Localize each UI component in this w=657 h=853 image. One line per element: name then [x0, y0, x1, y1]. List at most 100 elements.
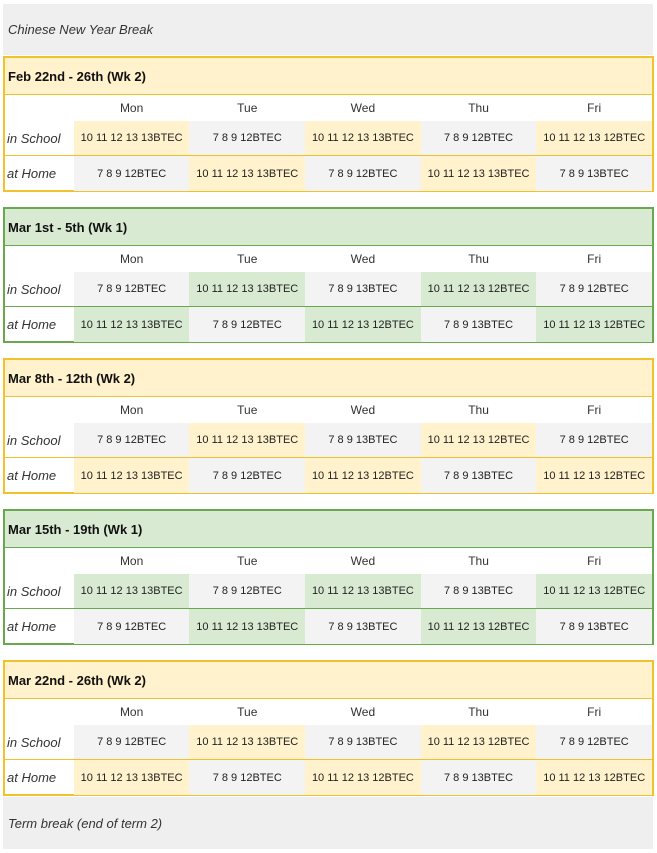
schedule-cell: 7 8 9 12BTEC [73, 725, 190, 759]
schedule-cell: 10 11 12 13 12BTEC [420, 725, 537, 759]
week-block: Mar 22nd - 26th (Wk 2) Mon Tue Wed Thu Fri in … [3, 660, 654, 796]
day-header-row: Mon Tue Wed Thu Fri [5, 699, 652, 725]
schedule-cell: 7 8 9 12BTEC [73, 272, 190, 306]
schedule-cell: 10 11 12 13 13BTEC [189, 725, 306, 759]
schedule-cell: 10 11 12 13 13BTEC [189, 423, 306, 457]
header-spacer [5, 246, 74, 272]
schedule-cell: 7 8 9 12BTEC [536, 423, 652, 457]
schedule-cell: 7 8 9 12BTEC [420, 121, 537, 155]
schedule-cell: 10 11 12 13 13BTEC [420, 156, 537, 191]
schedule-cell: 7 8 9 12BTEC [189, 760, 306, 795]
schedule-cell: 7 8 9 13BTEC [305, 423, 421, 457]
schedule-cell: 7 8 9 12BTEC [536, 725, 652, 759]
day-header: Thu [468, 101, 489, 115]
at-home-row: at Home 10 11 12 13 13BTEC 7 8 9 12BTEC 10 … [5, 760, 652, 795]
day-header-row: Mon Tue Wed Thu Fri [5, 397, 652, 423]
day-header: Mon [119, 101, 144, 115]
row-label: at Home [7, 468, 57, 483]
day-header: Wed [350, 252, 376, 266]
schedule-cell: 10 11 12 13 12BTEC [536, 307, 652, 342]
day-header: Tue [237, 554, 258, 568]
row-label: in School [7, 130, 61, 146]
schedule-cell: 10 11 12 13 12BTEC [420, 609, 537, 644]
schedule-cell: 10 11 12 13 12BTEC [305, 458, 421, 493]
day-header: Thu [468, 403, 489, 417]
week-block: Mar 8th - 12th (Wk 2) Mon Tue Wed Thu Fri in S… [3, 358, 654, 494]
schedule-cell: 10 11 12 13 13BTEC [305, 121, 421, 155]
at-home-row: at Home 7 8 9 12BTEC 10 11 12 13 13BTEC 7 8… [5, 609, 652, 644]
in-school-row: in School 10 11 12 13 13BTEC 7 8 9 12BTEC 1… [5, 574, 652, 609]
in-school-row: in School 7 8 9 12BTEC 10 11 12 13 13BTEC 7… [5, 725, 652, 760]
week-block: Mar 1st - 5th (Wk 1) Mon Tue Wed Thu Fri in Sc… [3, 207, 654, 343]
day-header: Thu [468, 554, 489, 568]
row-label: at Home [7, 166, 57, 181]
day-header: Mon [119, 252, 144, 266]
in-school-row: in School 7 8 9 12BTEC 10 11 12 13 13BTEC 7… [5, 423, 652, 458]
day-header: Mon [119, 705, 144, 719]
week-title: Mar 22nd - 26th (Wk 2) [5, 662, 652, 699]
schedule-cell: 7 8 9 13BTEC [420, 458, 537, 493]
week-title: Mar 15th - 19th (Wk 1) [5, 511, 652, 548]
row-label: in School [7, 281, 61, 297]
schedule-cell: 7 8 9 12BTEC [73, 156, 190, 191]
schedule-cell: 10 11 12 13 13BTEC [189, 156, 306, 191]
at-home-row: at Home 10 11 12 13 13BTEC 7 8 9 12BTEC 10 … [5, 458, 652, 493]
day-header: Tue [237, 403, 258, 417]
in-school-row: in School 10 11 12 13 13BTEC 7 8 9 12BTEC 1… [5, 121, 652, 156]
at-home-row: at Home 10 11 12 13 13BTEC 7 8 9 12BTEC 10 … [5, 307, 652, 342]
schedule-cell: 10 11 12 13 12BTEC [305, 760, 421, 795]
note-text: Term break (end of term 2) [8, 815, 163, 831]
at-home-row: at Home 7 8 9 12BTEC 10 11 12 13 13BTEC 7 8… [5, 156, 652, 191]
schedule-cell: 10 11 12 13 12BTEC [536, 121, 652, 155]
day-header-row: Mon Tue Wed Thu Fri [5, 95, 652, 121]
day-header: Tue [237, 705, 258, 719]
schedule-cell: 7 8 9 12BTEC [305, 156, 421, 191]
row-label: in School [7, 583, 61, 599]
schedule-cell: 10 11 12 13 13BTEC [305, 574, 421, 608]
week-block: Mar 15th - 19th (Wk 1) Mon Tue Wed Thu Fri in … [3, 509, 654, 645]
schedule-cell: 10 11 12 13 13BTEC [189, 272, 306, 306]
schedule-cell: 7 8 9 13BTEC [420, 307, 537, 342]
schedule-cell: 7 8 9 13BTEC [536, 156, 652, 191]
schedule-cell: 7 8 9 13BTEC [305, 725, 421, 759]
schedule-cell: 7 8 9 12BTEC [189, 307, 306, 342]
schedule-cell: 7 8 9 13BTEC [420, 574, 537, 608]
schedule-cell: 10 11 12 13 12BTEC [420, 423, 537, 457]
schedule-cell: 10 11 12 13 12BTEC [536, 760, 652, 795]
week-title: Feb 22nd - 26th (Wk 2) [5, 58, 652, 95]
note-term-break: Term break (end of term 2) [3, 797, 653, 849]
row-label: in School [7, 734, 61, 750]
day-header: Thu [468, 705, 489, 719]
schedule-cell: 7 8 9 13BTEC [305, 272, 421, 306]
note-text: Chinese New Year Break [8, 22, 154, 37]
day-header: Tue [237, 252, 258, 266]
schedule-cell: 7 8 9 12BTEC [189, 458, 306, 493]
week-title: Mar 1st - 5th (Wk 1) [5, 209, 652, 246]
schedule-cell: 10 11 12 13 12BTEC [536, 458, 652, 493]
day-header: Wed [350, 705, 376, 719]
schedule-cell: 7 8 9 12BTEC [189, 121, 306, 155]
day-header: Fri [587, 252, 602, 266]
note-chinese-new-year: Chinese New Year Break [3, 4, 653, 55]
schedule-cell: 7 8 9 13BTEC [305, 609, 421, 644]
week-block: Feb 22nd - 26th (Wk 2) Mon Tue Wed Thu Fri in … [3, 56, 654, 192]
day-header-row: Mon Tue Wed Thu Fri [5, 246, 652, 272]
day-header: Fri [587, 554, 602, 568]
header-spacer [5, 95, 74, 121]
schedule-cell: 10 11 12 13 12BTEC [536, 574, 652, 608]
week-title: Mar 8th - 12th (Wk 2) [5, 360, 652, 397]
day-header-row: Mon Tue Wed Thu Fri [5, 548, 652, 574]
schedule-cell: 10 11 12 13 13BTEC [73, 121, 190, 155]
schedule-cell: 10 11 12 13 13BTEC [73, 574, 190, 608]
day-header: Wed [350, 403, 376, 417]
schedule-cell: 7 8 9 12BTEC [189, 574, 306, 608]
schedule-cell: 10 11 12 13 12BTEC [420, 272, 537, 306]
row-label: at Home [7, 770, 57, 785]
day-header: Fri [587, 403, 602, 417]
schedule-cell: 7 8 9 12BTEC [73, 423, 190, 457]
schedule-cell: 10 11 12 13 13BTEC [73, 458, 190, 493]
schedule-cell: 10 11 12 13 13BTEC [73, 307, 190, 342]
header-spacer [5, 548, 74, 574]
schedule-cell: 7 8 9 12BTEC [536, 272, 652, 306]
schedule-cell: 7 8 9 13BTEC [420, 760, 537, 795]
